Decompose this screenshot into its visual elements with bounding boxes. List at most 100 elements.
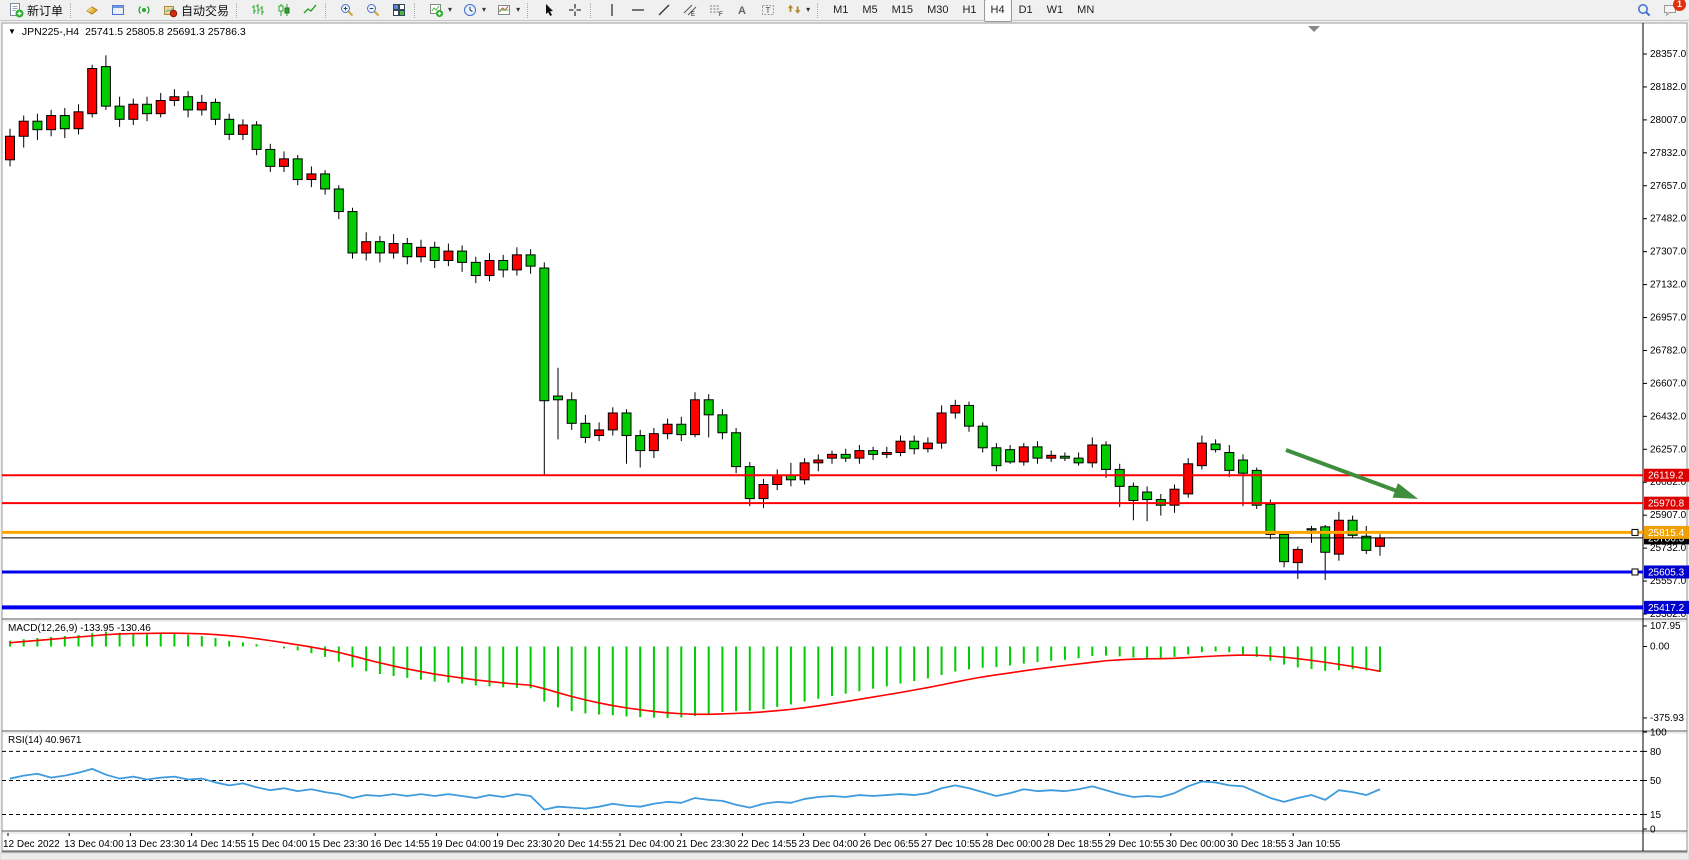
price-tick-label: 27132.0 (1650, 280, 1687, 291)
rsi-tick-label: 100 (1650, 728, 1667, 739)
time-tick-label: 16 Dec 14:55 (370, 839, 430, 850)
candle-body (280, 159, 289, 167)
candle-body (910, 441, 919, 449)
candle-body (129, 104, 138, 119)
candle-body (595, 430, 604, 436)
notifications-button[interactable]: 1 (1657, 0, 1683, 21)
candle-body (211, 102, 220, 119)
candle-body (1211, 444, 1220, 450)
time-tick-label: 27 Dec 10:55 (921, 839, 981, 850)
candle-chart-mode-button[interactable] (271, 0, 297, 21)
candle-body (375, 242, 384, 253)
price-tick-label: 26432.0 (1650, 411, 1687, 422)
chevron-down-icon[interactable]: ▾ (448, 6, 452, 14)
price-tick-label: 25732.0 (1650, 543, 1687, 554)
line-chart-mode-button[interactable] (297, 0, 323, 21)
candle-body (485, 260, 494, 275)
label-icon: T (760, 2, 776, 18)
vertical-line-button[interactable] (599, 0, 625, 21)
channel-icon: E (682, 2, 698, 18)
time-tick-label: 21 Dec 23:30 (676, 839, 736, 850)
time-tick-label: 23 Dec 04:00 (799, 839, 859, 850)
candle-body (581, 423, 590, 437)
templates-button[interactable]: ▾ (491, 0, 525, 21)
bar-chart-mode-button[interactable] (245, 0, 271, 21)
toolbar-separator (590, 3, 595, 18)
time-tick-label: 20 Dec 14:55 (554, 839, 614, 850)
rsi-tick-label: 50 (1650, 776, 1662, 787)
candle-body (937, 413, 946, 443)
autotrading-button[interactable]: 自动交易 (157, 0, 234, 21)
zoom-in-button[interactable] (334, 0, 360, 21)
price-level-label-text: 25815.4 (1648, 528, 1685, 539)
toolbar: 新订单 自动交易 ▾ ▾ ▾ EF A T ▾ M1M5M15M30H1H4D1W1MN 1 (0, 0, 1689, 21)
candle-body (47, 116, 56, 130)
chevron-down-icon[interactable]: ▾ (482, 6, 486, 14)
timeframe-m15[interactable]: M15 (885, 0, 920, 22)
price-tick-label: 27657.0 (1650, 181, 1687, 192)
new-order-icon (8, 2, 24, 18)
collapse-icon[interactable]: ▼ (8, 28, 16, 36)
tile-windows-button[interactable] (386, 0, 412, 21)
rsi-indicator-label: RSI(14) 40.9671 (8, 735, 81, 746)
candle-body (978, 426, 987, 448)
timeframe-w1[interactable]: W1 (1040, 0, 1071, 22)
timeframe-m30[interactable]: M30 (920, 0, 955, 22)
signals-button[interactable] (131, 0, 157, 21)
candle-body (1225, 452, 1234, 470)
fibonacci-button[interactable]: F (703, 0, 729, 21)
equidistant-channel-button[interactable]: E (677, 0, 703, 21)
rsi-tick-label: 80 (1650, 747, 1662, 758)
cursor-icon (541, 2, 557, 18)
price-tick-label: 26607.0 (1650, 378, 1687, 389)
search-button[interactable] (1631, 0, 1657, 21)
candle-body (718, 415, 727, 433)
chevron-down-icon[interactable]: ▾ (516, 6, 520, 14)
timeframe-m5[interactable]: M5 (855, 0, 884, 22)
candle-body (992, 448, 1001, 466)
text-button[interactable]: A (729, 0, 755, 21)
new-order-button[interactable]: 新订单 (3, 0, 68, 21)
timeframe-m1[interactable]: M1 (826, 0, 855, 22)
macd-tick-label: 0.00 (1650, 642, 1670, 653)
fibo-icon: F (708, 2, 724, 18)
timeframe-h4[interactable]: H4 (984, 0, 1012, 22)
text-label-button[interactable]: T (755, 0, 781, 21)
new-order-label: 新订单 (27, 2, 63, 19)
periods-button[interactable]: ▾ (457, 0, 491, 21)
horizontal-line-button[interactable] (625, 0, 651, 21)
candles-icon (276, 2, 292, 18)
candle-body (732, 433, 741, 467)
line-handle[interactable] (1632, 529, 1638, 535)
time-tick-label: 14 Dec 14:55 (187, 839, 247, 850)
new-chart-button[interactable]: ▾ (423, 0, 457, 21)
candle-body (458, 251, 467, 262)
timeframe-h1[interactable]: H1 (955, 0, 983, 22)
signal-icon (136, 2, 152, 18)
candle-body (1129, 486, 1138, 500)
line-handle[interactable] (1632, 569, 1638, 575)
clock-icon (462, 2, 478, 18)
crosshair-button[interactable] (562, 0, 588, 21)
cursor-button[interactable] (536, 0, 562, 21)
search-icon (1636, 2, 1652, 18)
zoom-out-button[interactable] (360, 0, 386, 21)
chart-window-button[interactable] (105, 0, 131, 21)
candle-body (321, 174, 330, 189)
market-watch-button[interactable] (79, 0, 105, 21)
candle-body (334, 189, 343, 212)
candle-body (1334, 520, 1343, 554)
candle-body (1307, 529, 1316, 530)
arrows-button[interactable]: ▾ (781, 0, 815, 21)
symbol-timeframe: JPN225-,H4 (22, 26, 79, 38)
timeframe-d1[interactable]: D1 (1012, 0, 1040, 22)
crosshair-icon (567, 2, 583, 18)
candle-body (1143, 492, 1152, 500)
timeframe-mn[interactable]: MN (1070, 0, 1101, 22)
trendline-button[interactable] (651, 0, 677, 21)
candle-body (170, 97, 179, 101)
chevron-down-icon[interactable]: ▾ (806, 6, 810, 14)
candle-body (1102, 445, 1111, 469)
macd-tick-label: -375.93 (1650, 713, 1684, 724)
svg-text:A: A (738, 5, 746, 17)
